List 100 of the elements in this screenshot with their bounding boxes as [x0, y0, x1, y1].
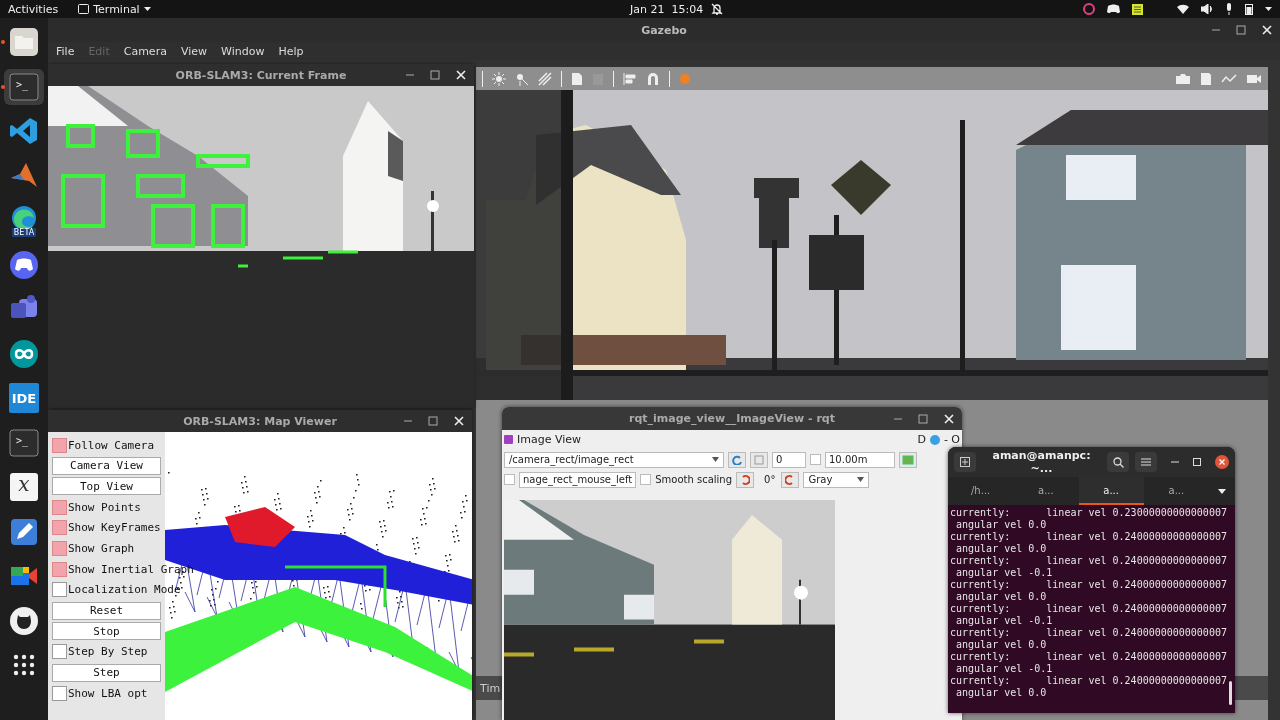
session-tab[interactable]: /h...: [948, 477, 1014, 505]
window-title: Gazebo: [641, 23, 687, 37]
terminal-icon: [78, 4, 90, 14]
panel-button[interactable]: Top View: [52, 477, 161, 496]
window-toggle[interactable]: - O: [943, 433, 960, 447]
minimize-icon: [1212, 29, 1220, 31]
topic-field[interactable]: nage_rect_mouse_left: [519, 471, 637, 488]
dock-launcher[interactable]: x: [4, 469, 44, 505]
app-menu[interactable]: Terminal: [78, 2, 151, 16]
panel-button[interactable]: Reset: [52, 601, 161, 620]
help-icon: [929, 434, 940, 445]
session-tab[interactable]: a...: [1013, 477, 1079, 505]
save-icon: [754, 454, 764, 465]
terminal-line: angular vel -0.1: [955, 567, 1053, 579]
cat-icon: [9, 605, 39, 636]
menu-item[interactable]: Camera: [123, 44, 167, 58]
search-button[interactable]: [1107, 452, 1129, 472]
checkbox[interactable]: [52, 437, 67, 453]
scrollbar[interactable]: [1229, 681, 1232, 705]
checkbox[interactable]: [52, 499, 67, 515]
menu-item[interactable]: File: [56, 44, 75, 58]
checkbox[interactable]: [52, 644, 67, 660]
duration-field[interactable]: 10.00m: [825, 451, 895, 468]
menu-icon: [1141, 458, 1151, 466]
clock[interactable]: Jan 21 15:04: [630, 2, 704, 16]
maximize-icon: [428, 416, 438, 426]
new-tab-button[interactable]: [954, 452, 976, 472]
rotate-right-button[interactable]: [781, 471, 800, 488]
plugin-title: Image View: [517, 433, 583, 447]
caret-icon: [1218, 488, 1226, 494]
color-dropdown[interactable]: Gray: [803, 471, 870, 488]
refresh-button[interactable]: [728, 451, 746, 468]
checkbox[interactable]: [52, 685, 67, 701]
dock-launcher[interactable]: IDE: [4, 380, 44, 416]
microphone-icon: [1225, 3, 1233, 15]
checkbox[interactable]: [504, 474, 515, 486]
terminal-line: angular vel -0.1: [955, 663, 1053, 675]
search-icon: [1112, 456, 1124, 468]
gamepad-icon: [9, 249, 39, 280]
terminal-line: currently: linear vel 0.24000000000000007: [950, 579, 1227, 591]
swirl-icon: [1083, 3, 1095, 15]
terminal-icon: [9, 427, 39, 458]
minimize-icon: [406, 74, 414, 76]
window-title: ORB-SLAM3: Current Frame: [175, 68, 347, 82]
topic-dropdown[interactable]: /camera_rect/image_rect: [504, 451, 724, 468]
checkbox[interactable]: [810, 454, 821, 466]
infinity-icon: [9, 338, 39, 369]
close-icon: [1215, 455, 1229, 469]
terminal-line: angular vel 0.0: [955, 591, 1047, 603]
panel-button[interactable]: Stop: [52, 622, 161, 641]
terminal-line: currently: linear vel 0.24000000000000007: [950, 603, 1227, 615]
close-icon: [1262, 25, 1272, 35]
menu-item[interactable]: Window: [221, 44, 265, 58]
image-button[interactable]: [899, 451, 917, 468]
notes-icon: [1132, 3, 1143, 15]
checkbox[interactable]: [52, 540, 67, 556]
pencil-icon: [9, 516, 39, 547]
terminal-line: angular vel 0.0: [955, 639, 1047, 651]
close-icon: [944, 413, 954, 424]
magnet-icon: [646, 71, 660, 86]
terminal-line: angular vel -0.1: [955, 615, 1053, 627]
checkbox-label: Show KeyFrames: [68, 521, 161, 535]
maximize-icon: [1193, 458, 1201, 466]
time-label: Tim: [480, 681, 501, 695]
minimize-icon: [1171, 461, 1179, 463]
terminal-line: currently: linear vel 0.24000000000000007: [950, 531, 1227, 543]
dock-launcher[interactable]: >_: [4, 68, 44, 105]
checkbox[interactable]: [52, 520, 67, 536]
menu-item[interactable]: View: [180, 44, 207, 58]
dock-launcher[interactable]: BETA: [4, 202, 44, 238]
checkbox[interactable]: [52, 561, 67, 577]
gamepad-icon: [1107, 4, 1120, 14]
terminal-icon: [9, 71, 39, 102]
record-dot-icon: [679, 72, 691, 85]
session-tab[interactable]: a...: [1078, 477, 1144, 505]
activities-button[interactable]: Activities: [8, 2, 59, 16]
directional-light-icon: [538, 71, 552, 86]
new-tab-icon: [960, 457, 970, 467]
panel-button[interactable]: Step: [52, 663, 161, 682]
camera-icon: [1175, 72, 1191, 85]
window-title: ORB-SLAM3: Map Viewer: [183, 414, 337, 428]
session-tab[interactable]: a...: [1143, 477, 1209, 505]
number-field[interactable]: 0: [772, 451, 806, 468]
caret-icon: [712, 457, 719, 463]
volume-icon: [1201, 4, 1213, 14]
wifi-icon: [1177, 4, 1189, 14]
menu-button[interactable]: [1135, 452, 1157, 472]
checkbox[interactable]: [640, 474, 652, 486]
close-icon: [454, 416, 464, 426]
panel-button[interactable]: Camera View: [52, 456, 161, 475]
terminal-line: angular vel 0.0: [955, 519, 1047, 531]
checkbox[interactable]: [52, 582, 67, 598]
apps-grid-icon: [13, 654, 35, 676]
dock-launcher[interactable]: >_: [4, 424, 44, 461]
align-icon: [623, 71, 637, 86]
monitor-icon: [902, 454, 914, 465]
menu-item[interactable]: Help: [278, 44, 304, 58]
checkbox-label: Show Points: [68, 500, 141, 514]
dock-toggle[interactable]: D: [917, 433, 926, 447]
rotate-left-button[interactable]: [736, 471, 755, 488]
